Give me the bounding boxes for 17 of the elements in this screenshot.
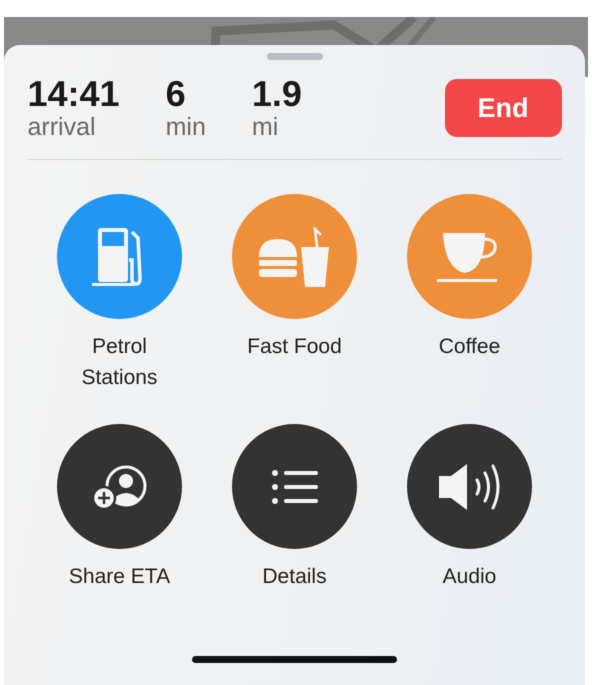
trip-value: 1.9	[252, 75, 302, 113]
action-label: Audio	[442, 564, 498, 590]
speaker-icon	[436, 462, 502, 512]
action-label: Share ETA	[68, 564, 172, 590]
trip-unit: mi	[252, 113, 280, 141]
trip-unit: arrival	[28, 113, 97, 141]
trip-value: 6	[166, 75, 187, 113]
action-label: Petrol Stations	[80, 334, 158, 391]
trip-value: 14:41	[28, 75, 120, 113]
trip-unit: min	[166, 113, 206, 141]
add-person-icon	[92, 464, 148, 510]
action-label: Coffee	[438, 334, 502, 360]
end-button[interactable]: End	[444, 79, 562, 137]
list-icon	[272, 470, 318, 504]
drag-handle[interactable]	[266, 53, 322, 60]
action-label: Details	[261, 564, 328, 590]
action-label: Fast Food	[246, 334, 343, 360]
